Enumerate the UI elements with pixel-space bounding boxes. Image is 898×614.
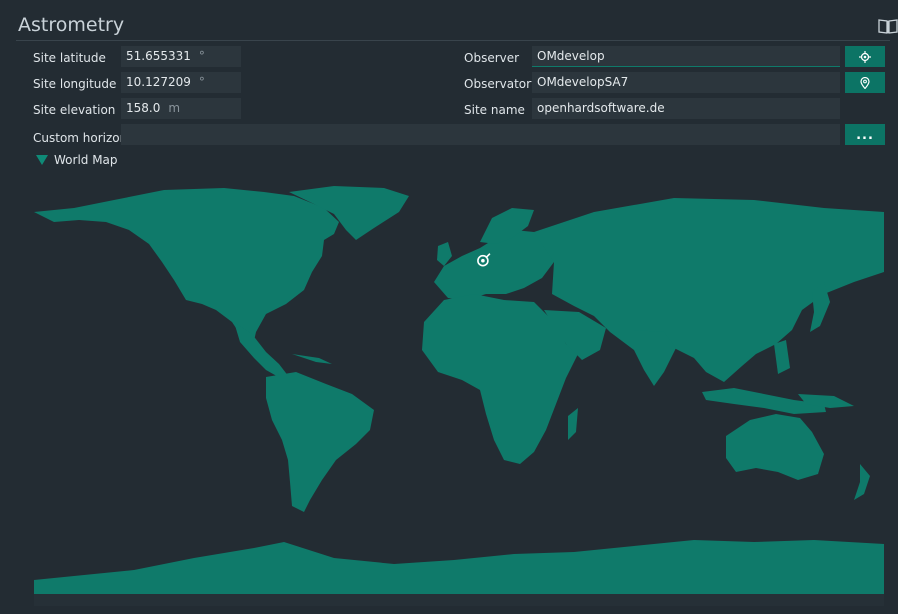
book-open-icon[interactable] [878, 18, 898, 34]
site-longitude-field[interactable]: 10.127209 ° [121, 72, 241, 93]
site-name-value: openhardsoftware.de [537, 101, 665, 115]
observatory-field[interactable]: OMdevelopSA7 [532, 72, 840, 93]
site-longitude-value: 10.127209 [126, 75, 191, 89]
site-name-field[interactable]: openhardsoftware.de [532, 98, 840, 119]
title-divider [16, 40, 890, 41]
site-latitude-unit: ° [198, 49, 205, 63]
land-antarctica [34, 540, 884, 594]
site-latitude-value: 51.655331 [126, 49, 191, 63]
site-longitude-label: Site longitude [33, 77, 117, 91]
site-elevation-label: Site elevation [33, 103, 116, 117]
world-map[interactable] [34, 182, 884, 594]
land-central-america [234, 322, 289, 379]
site-name-label: Site name [464, 103, 525, 117]
browse-horizon-button[interactable]: ... [845, 124, 885, 145]
panel-title: Astrometry [18, 14, 125, 36]
world-map-toggle-label: World Map [54, 153, 118, 167]
site-longitude-unit: ° [198, 75, 205, 89]
land-british-isles [437, 242, 452, 266]
site-latitude-label: Site latitude [33, 51, 106, 65]
land-australia [726, 414, 824, 480]
map-pin-icon [860, 76, 870, 89]
observatory-value: OMdevelopSA7 [537, 75, 629, 89]
browse-horizon-label: ... [856, 128, 874, 143]
observer-value: OMdevelop [537, 49, 605, 63]
land-caribbean [292, 354, 332, 364]
world-map-landmasses [34, 186, 884, 594]
observer-field[interactable]: OMdevelop [532, 46, 840, 67]
observatory-label: Observatory [464, 77, 539, 91]
crosshair-icon [859, 50, 871, 63]
land-north-america [34, 188, 339, 350]
expander-triangle-icon [36, 155, 48, 165]
world-map-toggle[interactable]: World Map [36, 153, 118, 167]
site-elevation-unit: m [168, 101, 181, 115]
observatory-location-button[interactable] [845, 72, 885, 93]
map-bottom-edge [34, 594, 884, 606]
land-madagascar [568, 408, 578, 440]
site-elevation-field[interactable]: 158.0 m [121, 98, 241, 119]
site-elevation-value: 158.0 [126, 101, 161, 115]
land-new-zealand [854, 464, 870, 500]
site-latitude-field[interactable]: 51.655331 ° [121, 46, 241, 67]
land-south-america [266, 372, 374, 512]
custom-horizon-label: Custom horizon [33, 131, 128, 145]
locate-observer-button[interactable] [845, 46, 885, 67]
land-philippines [774, 340, 790, 374]
custom-horizon-field[interactable] [121, 124, 840, 145]
observer-label: Observer [464, 51, 520, 65]
